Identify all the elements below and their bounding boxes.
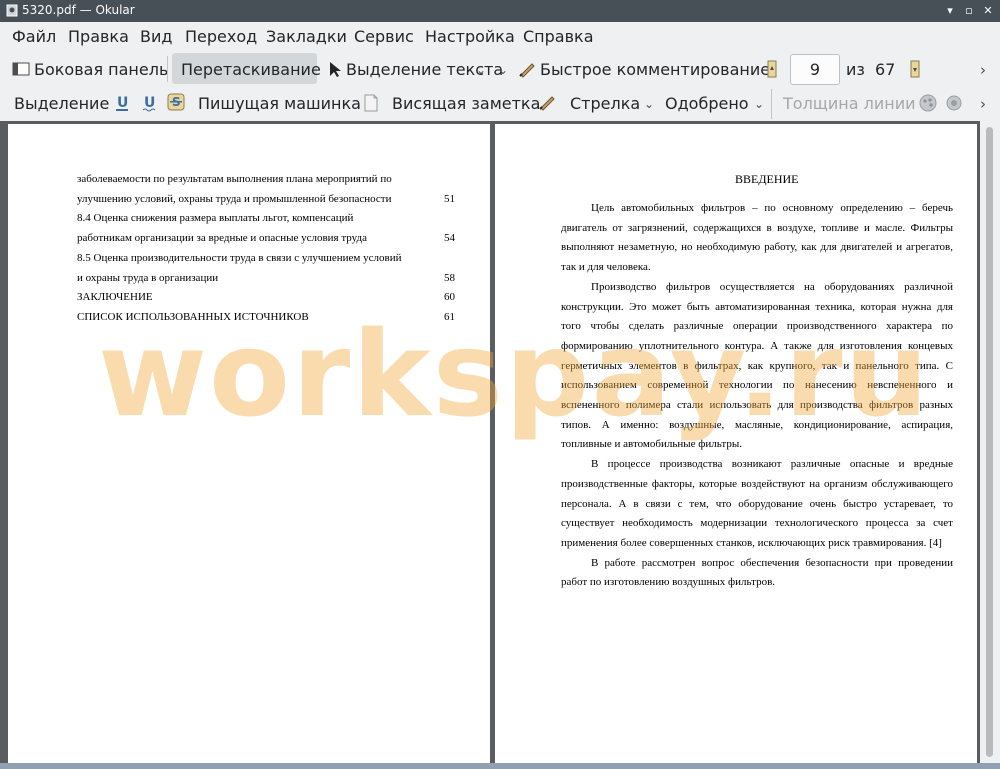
vertical-scrollbar[interactable]	[980, 121, 1000, 769]
line-width-control[interactable]: Толщина линии	[783, 94, 916, 113]
separator	[771, 89, 772, 119]
menu-edit[interactable]: Правка	[68, 27, 129, 46]
close-icon[interactable]: ✕	[980, 3, 996, 19]
sidebar-button[interactable]	[12, 61, 30, 77]
toc-page-number: 61	[444, 311, 455, 323]
menu-help[interactable]: Справка	[523, 27, 594, 46]
paragraph: В работе рассмотрен вопрос обеспечения б…	[561, 556, 953, 589]
chevron-down-icon[interactable]: ⌄	[476, 63, 486, 77]
sidebar-icon	[12, 62, 30, 76]
pdf-page-right: ВВЕДЕНИЕ Цель автомобильных фильтров – п…	[495, 124, 977, 764]
page-heading: ВВЕДЕНИЕ	[735, 172, 799, 186]
menu-bar: Файл Правка Вид Переход Закладки Сервис …	[0, 22, 1000, 52]
squiggly-underline-icon[interactable]: U	[141, 94, 157, 112]
chevron-down-icon[interactable]: ⌄	[644, 97, 654, 111]
bottom-edge	[0, 763, 1000, 769]
toc-page-number: 58	[444, 272, 455, 284]
next-page-icon[interactable]	[910, 60, 920, 78]
toolbar-overflow-icon[interactable]: ›	[980, 61, 986, 79]
popup-note-tool[interactable]: Висящая заметка	[392, 94, 540, 113]
toolbar-overflow-icon[interactable]: ›	[980, 95, 986, 113]
arrow-tool-icon[interactable]	[538, 93, 556, 111]
menu-view[interactable]: Вид	[140, 27, 172, 46]
fill-color-icon[interactable]	[944, 93, 964, 113]
pdf-page-left: заболеваемости по результатам выполнения…	[8, 124, 490, 764]
menu-file[interactable]: Файл	[12, 27, 56, 46]
scrollbar-thumb[interactable]	[986, 127, 993, 757]
toc-line: работникам организации за вредные и опас…	[77, 232, 367, 244]
toc-line: улучшению условий, охраны труда и промыш…	[77, 193, 392, 205]
window-title: 5320.pdf — Okular	[22, 3, 135, 17]
strikeout-icon[interactable]: S	[167, 93, 185, 111]
svg-text:U: U	[117, 95, 128, 111]
typewriter-tool[interactable]: Пишущая машинка	[198, 94, 361, 113]
highlight-tool[interactable]: Выделение	[14, 94, 109, 113]
title-bar: 5320.pdf — Okular ▾ ▫ ✕	[0, 0, 1000, 22]
document-view[interactable]: заболеваемости по результатам выполнения…	[0, 121, 1000, 769]
toc-line: и охраны труда в организации	[77, 272, 219, 284]
toc-line: СПИСОК ИСПОЛЬЗОВАННЫХ ИСТОЧНИКОВ	[77, 311, 309, 323]
chevron-down-icon[interactable]: ⌄	[498, 63, 508, 77]
quick-annotation-button[interactable]: Быстрое комментирование	[540, 60, 770, 79]
paragraph: В процессе производства возникают различ…	[561, 458, 953, 549]
arrow-tool[interactable]: Стрелка	[570, 94, 640, 113]
paragraph: Цель автомобильных фильтров – по основно…	[561, 202, 953, 274]
page-number-input[interactable]: 9	[790, 54, 840, 85]
menu-go[interactable]: Переход	[185, 27, 257, 46]
okular-app-icon	[6, 4, 18, 17]
page-body: Цель автомобильных фильтров – по основно…	[561, 199, 953, 593]
underline-icon[interactable]: U	[114, 94, 130, 112]
page-total: 67	[875, 60, 896, 79]
stamp-tool[interactable]: Одобрено	[665, 94, 749, 113]
menu-tools[interactable]: Сервис	[354, 27, 414, 46]
toc-line: 8.5 Оценка производительности труда в св…	[77, 252, 402, 264]
page-of-label: из	[846, 60, 865, 79]
toc-page-number: 51	[444, 193, 455, 205]
annotation-toolbar: Выделение U U S Пишущая машинка Висящая …	[0, 87, 1000, 121]
drag-tool-button[interactable]: Перетаскивание	[181, 60, 321, 79]
toc-line: 8.4 Оценка снижения размера выплаты льго…	[77, 212, 354, 224]
main-toolbar: Боковая панель Перетаскивание Выделение …	[0, 52, 1000, 86]
previous-page-icon[interactable]	[767, 60, 777, 78]
toc-line: ЗАКЛЮЧЕНИЕ	[77, 291, 153, 303]
popup-note-icon[interactable]	[364, 94, 378, 112]
menu-settings[interactable]: Настройка	[425, 27, 515, 46]
text-select-cursor-icon[interactable]	[328, 61, 342, 78]
toc-page-number: 60	[444, 291, 455, 303]
quick-annotation-icon[interactable]	[518, 60, 536, 78]
chevron-down-icon[interactable]: ⌄	[754, 97, 764, 111]
sidebar-label[interactable]: Боковая панель	[34, 60, 168, 79]
separator	[167, 56, 168, 82]
toc-page-number: 54	[444, 232, 455, 244]
minimize-icon[interactable]: ▾	[942, 3, 958, 19]
paragraph: Производство фильтров осуществляется на …	[561, 280, 953, 451]
toc-line: заболеваемости по результатам выполнения…	[77, 173, 392, 185]
maximize-icon[interactable]: ▫	[961, 3, 977, 19]
color-palette-icon[interactable]	[918, 93, 938, 113]
menu-bookmarks[interactable]: Закладки	[266, 27, 347, 46]
